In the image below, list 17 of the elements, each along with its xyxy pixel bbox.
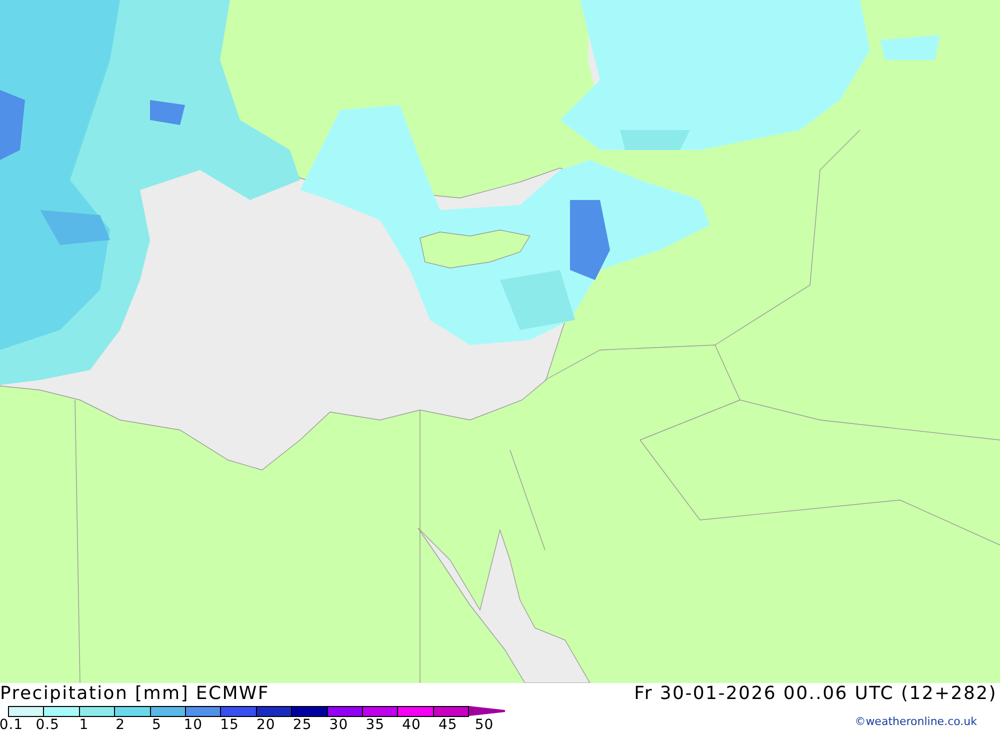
map-title: Precipitation [mm] ECMWF <box>0 683 270 705</box>
legend-label: 25 <box>292 717 313 733</box>
legend-label: 0.1 <box>0 717 24 733</box>
legend-label: 2 <box>114 717 126 733</box>
credit-text: ©weatheronline.co.uk <box>854 715 977 728</box>
legend-label: 50 <box>474 717 495 733</box>
legend-label: 30 <box>328 717 350 733</box>
legend-label: 40 <box>401 717 422 733</box>
legend-label: 35 <box>364 717 386 733</box>
legend-label: 10 <box>182 717 204 733</box>
legend-label: 0.5 <box>34 717 60 733</box>
valid-time: Fr 30-01-2026 00..06 UTC (12+282) <box>634 683 997 705</box>
legend-label: 45 <box>437 717 458 733</box>
legend-label: 15 <box>219 717 240 733</box>
legend-label: 20 <box>256 717 276 733</box>
legend-label: 1 <box>78 717 90 733</box>
legend-label: 5 <box>151 717 162 733</box>
